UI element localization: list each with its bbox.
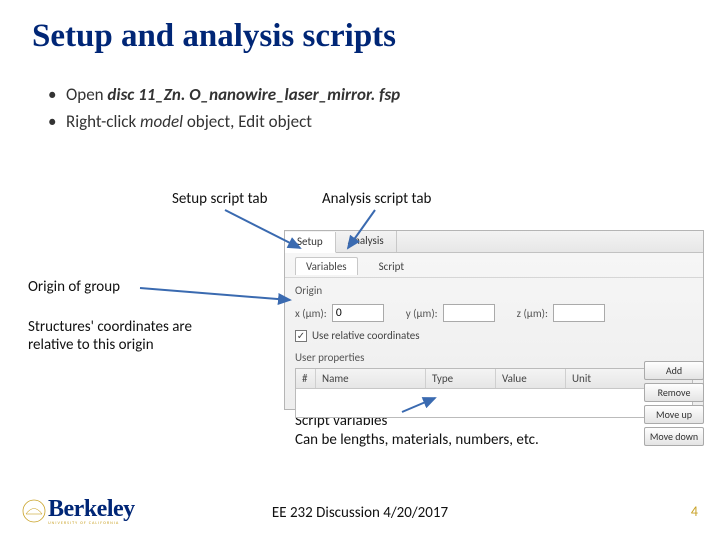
label-z: z (µm): xyxy=(517,307,548,320)
tab-analysis[interactable]: Analysis xyxy=(336,231,397,252)
origin-section-label: Origin xyxy=(285,278,703,299)
annotation-structures-l2: relative to this origin xyxy=(28,336,228,354)
bullet-1-prefix: Open xyxy=(66,84,107,105)
field-z: z (µm): xyxy=(517,304,605,322)
bullet-1-filename: disc 11_Zn. O_nanowire_laser_mirror. fsp xyxy=(107,84,400,105)
annotation-structures-l1: Structures' coordinates are xyxy=(28,318,228,336)
table-body xyxy=(296,389,692,417)
editor-screenshot: Setup Analysis Variables Script Origin x… xyxy=(284,230,704,410)
col-num: # xyxy=(296,369,316,388)
table-header: # Name Type Value Unit xyxy=(296,369,692,389)
field-y: y (µm): xyxy=(406,304,495,322)
subtab-variables[interactable]: Variables xyxy=(295,257,358,275)
input-z[interactable] xyxy=(553,304,605,322)
field-x: x (µm): xyxy=(295,304,384,322)
bullet-2-model: model xyxy=(140,111,183,132)
origin-coordinates: x (µm): y (µm): z (µm): xyxy=(285,299,703,327)
bullet-1: Open disc 11_Zn. O_nanowire_laser_mirror… xyxy=(48,83,720,108)
tab-setup[interactable]: Setup xyxy=(285,232,336,253)
moveup-button[interactable]: Move up xyxy=(644,405,704,424)
label-setup-tab: Setup script tab xyxy=(172,190,267,208)
bullet-list: Open disc 11_Zn. O_nanowire_laser_mirror… xyxy=(0,55,720,134)
label-analysis-tab: Analysis script tab xyxy=(322,190,431,208)
annotation-scriptvars-l2: Can be lengths, materials, numbers, etc. xyxy=(295,431,575,450)
input-x[interactable] xyxy=(332,304,384,322)
slide-title: Setup and analysis scripts xyxy=(0,0,720,55)
check-icon: ✓ xyxy=(295,330,307,342)
col-name: Name xyxy=(316,369,426,388)
col-value: Value xyxy=(496,369,566,388)
berkeley-logo: Berkeley UNIVERSITY OF CALIFORNIA xyxy=(22,496,135,526)
bullet-2: Right-click model object, Edit object xyxy=(48,110,720,135)
remove-button[interactable]: Remove xyxy=(644,383,704,402)
checkbox-relative-label: Use relative coordinates xyxy=(312,329,420,342)
col-type: Type xyxy=(426,369,496,388)
properties-table: # Name Type Value Unit xyxy=(295,368,693,418)
checkbox-relative-coords[interactable]: ✓ Use relative coordinates xyxy=(285,327,703,348)
label-y: y (µm): xyxy=(406,307,438,320)
bullet-2-suffix: object, Edit object xyxy=(183,111,312,132)
input-y[interactable] xyxy=(443,304,495,322)
main-tab-row: Setup Analysis xyxy=(285,231,703,253)
slide-number: 4 xyxy=(691,503,698,520)
annotation-structures: Structures' coordinates are relative to … xyxy=(28,318,228,354)
logo-text: Berkeley xyxy=(48,496,135,523)
col-unit: Unit xyxy=(566,369,616,388)
user-properties-label: User properties xyxy=(285,348,703,364)
button-column: Add Remove Move up Move down xyxy=(644,361,704,446)
annotation-origin: Origin of group xyxy=(28,278,120,296)
sub-tab-row: Variables Script xyxy=(285,253,703,278)
cal-seal-icon xyxy=(22,499,46,523)
movedown-button[interactable]: Move down xyxy=(644,427,704,446)
subtab-script[interactable]: Script xyxy=(368,257,415,275)
bullet-2-prefix: Right-click xyxy=(66,111,140,132)
label-x: x (µm): xyxy=(295,307,327,320)
add-button[interactable]: Add xyxy=(644,361,704,380)
